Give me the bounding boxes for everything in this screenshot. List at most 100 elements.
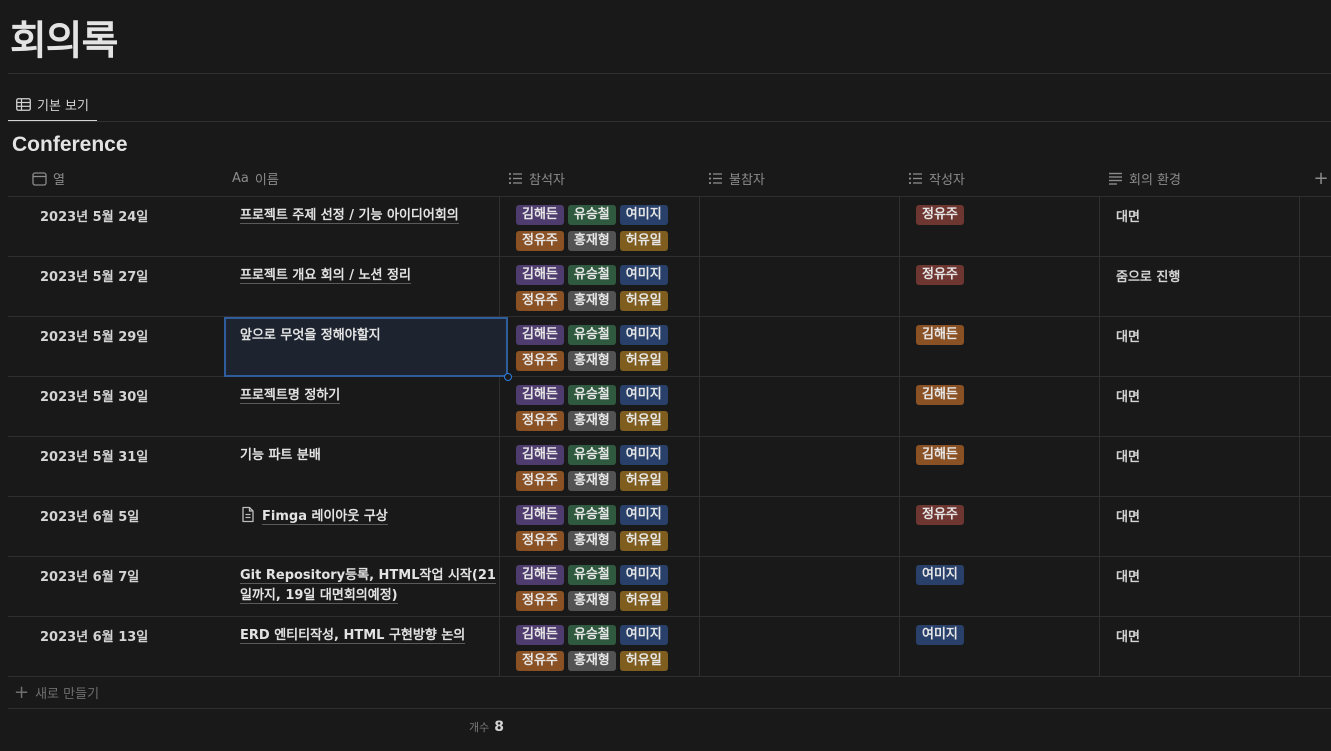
name-text[interactable]: ERD 엔티티작성, HTML 구현방향 논의 <box>240 628 466 644</box>
tab-default-view[interactable]: 기본 보기 <box>8 88 97 122</box>
person-tag: 허유일 <box>619 291 668 311</box>
writer-cell[interactable]: 김해든 <box>908 317 1108 377</box>
person-tag: 허유일 <box>619 411 668 431</box>
date-cell[interactable]: 2023년 6월 7일 <box>32 557 232 617</box>
attendees-cell[interactable]: 김해든 유승철 여미지 정유주 홍재형 허유일 <box>508 257 708 317</box>
writer-cell[interactable]: 김해든 <box>908 437 1108 497</box>
table-row[interactable]: 2023년 5월 24일 프로젝트 주제 선정 / 기능 아이디어회의 김해든 유승철… <box>8 197 1331 257</box>
attendees-cell[interactable]: 김해든 유승철 여미지 정유주 홍재형 허유일 <box>508 377 708 437</box>
name-cell[interactable]: 프로젝트 주제 선정 / 기능 아이디어회의 <box>224 197 508 257</box>
tag-list: 김해든 유승철 여미지 정유주 홍재형 허유일 <box>516 624 696 671</box>
table-row[interactable]: 2023년 6월 13일 ERD 엔티티작성, HTML 구현방향 논의 김해든 유승… <box>8 617 1331 677</box>
name-cell[interactable]: Fimga 레이아웃 구상 <box>224 497 508 557</box>
person-tag: 정유주 <box>516 231 564 251</box>
name-text[interactable]: 기능 파트 분배 <box>240 448 321 463</box>
attendees-cell[interactable]: 김해든 유승철 여미지 정유주 홍재형 허유일 <box>508 197 708 257</box>
attendees-cell[interactable]: 김해든 유승철 여미지 정유주 홍재형 허유일 <box>508 557 708 617</box>
person-tag: 여미지 <box>619 205 668 225</box>
date-cell[interactable]: 2023년 6월 13일 <box>32 617 232 677</box>
absentees-cell[interactable] <box>708 257 908 317</box>
plus-icon: + <box>14 681 30 703</box>
writer-cell[interactable]: 김해든 <box>908 377 1108 437</box>
name-cell[interactable]: 앞으로 무엇을 정해야할지 <box>224 317 512 381</box>
environment-cell[interactable]: 대면 <box>1108 437 1308 497</box>
person-tag: 여미지 <box>916 625 964 645</box>
add-column-button[interactable]: + <box>1311 160 1331 197</box>
person-tag: 여미지 <box>619 505 668 525</box>
new-row-button[interactable]: + 새로 만들기 <box>8 677 1331 709</box>
column-header[interactable]: 작성자 <box>900 160 1100 197</box>
column-header[interactable]: 참석자 <box>500 160 700 197</box>
person-tag: 여미지 <box>619 565 668 585</box>
lines-icon <box>1108 172 1123 185</box>
attendees-cell[interactable]: 김해든 유승철 여미지 정유주 홍재형 허유일 <box>508 497 708 557</box>
name-cell[interactable]: 프로젝트 개요 회의 / 노션 정리 <box>224 257 508 317</box>
environment-cell[interactable]: 대면 <box>1108 557 1308 617</box>
tag-list: 정유주 <box>916 504 1096 525</box>
table-row[interactable]: 2023년 6월 7일 Git Repository등록, HTML작업 시작(2… <box>8 557 1331 617</box>
column-header[interactable]: 열 <box>24 160 224 197</box>
writer-cell[interactable]: 정유주 <box>908 497 1108 557</box>
absentees-cell[interactable] <box>708 197 908 257</box>
environment-cell[interactable]: 줌으로 진행 <box>1108 257 1308 317</box>
writer-cell[interactable]: 정유주 <box>908 197 1108 257</box>
date-cell[interactable]: 2023년 5월 27일 <box>32 257 232 317</box>
environment-cell[interactable]: 대면 <box>1108 497 1308 557</box>
date-cell[interactable]: 2023년 5월 24일 <box>32 197 232 257</box>
column-header[interactable]: Aa 이름 <box>224 160 500 197</box>
absentees-cell[interactable] <box>708 557 908 617</box>
absentees-cell[interactable] <box>708 317 908 377</box>
date-cell[interactable]: 2023년 5월 30일 <box>32 377 232 437</box>
table-row[interactable]: 2023년 5월 27일 프로젝트 개요 회의 / 노션 정리 김해든 유승철 여미지 정… <box>8 257 1331 317</box>
table-row[interactable]: 2023년 5월 30일 프로젝트명 정하기 김해든 유승철 여미지 정유주 홍재형 허유일 김… <box>8 377 1331 437</box>
attendees-cell[interactable]: 김해든 유승철 여미지 정유주 홍재형 허유일 <box>508 317 708 377</box>
person-tag: 유승철 <box>567 505 616 525</box>
writer-cell[interactable]: 여미지 <box>908 557 1108 617</box>
person-tag: 홍재형 <box>567 591 616 611</box>
column-header-label: 불참자 <box>729 173 765 188</box>
writer-cell[interactable]: 여미지 <box>908 617 1108 677</box>
column-header[interactable]: 불참자 <box>700 160 900 197</box>
database-title[interactable]: Conference <box>12 133 128 157</box>
name-text[interactable]: 앞으로 무엇을 정해야할지 <box>240 328 381 343</box>
absentees-cell[interactable] <box>708 617 908 677</box>
absentees-cell[interactable] <box>708 497 908 557</box>
table-row[interactable]: 2023년 5월 29일 앞으로 무엇을 정해야할지 김해든 유승철 여미지 정유주 홍재형… <box>8 317 1331 381</box>
name-cell[interactable]: Git Repository등록, HTML작업 시작(21일까지, 19일 대… <box>224 557 508 617</box>
absentees-cell[interactable] <box>708 377 908 437</box>
date-cell[interactable]: 2023년 5월 31일 <box>32 437 232 497</box>
person-tag: 유승철 <box>567 205 616 225</box>
name-text[interactable]: 프로젝트 개요 회의 / 노션 정리 <box>240 268 411 284</box>
person-tag: 김해든 <box>516 385 564 405</box>
date-cell[interactable]: 2023년 6월 5일 <box>32 497 232 557</box>
attendees-cell[interactable]: 김해든 유승철 여미지 정유주 홍재형 허유일 <box>508 617 708 677</box>
name-text[interactable]: 프로젝트 주제 선정 / 기능 아이디어회의 <box>240 208 459 224</box>
name-text[interactable]: 프로젝트명 정하기 <box>240 388 341 404</box>
row-count[interactable]: 개수 8 <box>469 719 504 735</box>
environment-cell[interactable]: 대면 <box>1108 377 1308 437</box>
page-title: 회의록 <box>10 18 118 64</box>
name-text[interactable]: Fimga 레이아웃 구상 <box>262 509 388 525</box>
attendees-cell[interactable]: 김해든 유승철 여미지 정유주 홍재형 허유일 <box>508 437 708 497</box>
list-icon <box>908 172 923 185</box>
tag-list: 여미지 <box>916 564 1096 585</box>
name-cell[interactable]: 프로젝트명 정하기 <box>224 377 508 437</box>
environment-cell[interactable]: 대면 <box>1108 317 1308 377</box>
environment-cell[interactable]: 대면 <box>1108 617 1308 677</box>
tag-list: 김해든 유승철 여미지 정유주 홍재형 허유일 <box>516 444 696 491</box>
table-row[interactable]: 2023년 5월 31일 기능 파트 분배 김해든 유승철 여미지 정유주 홍재형 허유일 김해… <box>8 437 1331 497</box>
name-cell[interactable]: ERD 엔티티작성, HTML 구현방향 논의 <box>224 617 508 677</box>
name-text[interactable]: Git Repository등록, HTML작업 시작(21일까지, 19일 대… <box>240 568 496 604</box>
person-tag: 정유주 <box>516 531 564 551</box>
date-cell[interactable]: 2023년 5월 29일 <box>32 317 232 377</box>
person-tag: 여미지 <box>619 385 668 405</box>
tag-list: 김해든 유승철 여미지 정유주 홍재형 허유일 <box>516 324 696 371</box>
person-tag: 정유주 <box>516 471 564 491</box>
table-row[interactable]: 2023년 6월 5일 Fimga 레이아웃 구상 김해든 유승철 여미지 정유주 홍재형 허… <box>8 497 1331 557</box>
name-cell[interactable]: 기능 파트 분배 <box>224 437 508 497</box>
person-tag: 정유주 <box>516 651 564 671</box>
absentees-cell[interactable] <box>708 437 908 497</box>
column-header[interactable]: 회의 환경 <box>1100 160 1300 197</box>
writer-cell[interactable]: 정유주 <box>908 257 1108 317</box>
environment-cell[interactable]: 대면 <box>1108 197 1308 257</box>
